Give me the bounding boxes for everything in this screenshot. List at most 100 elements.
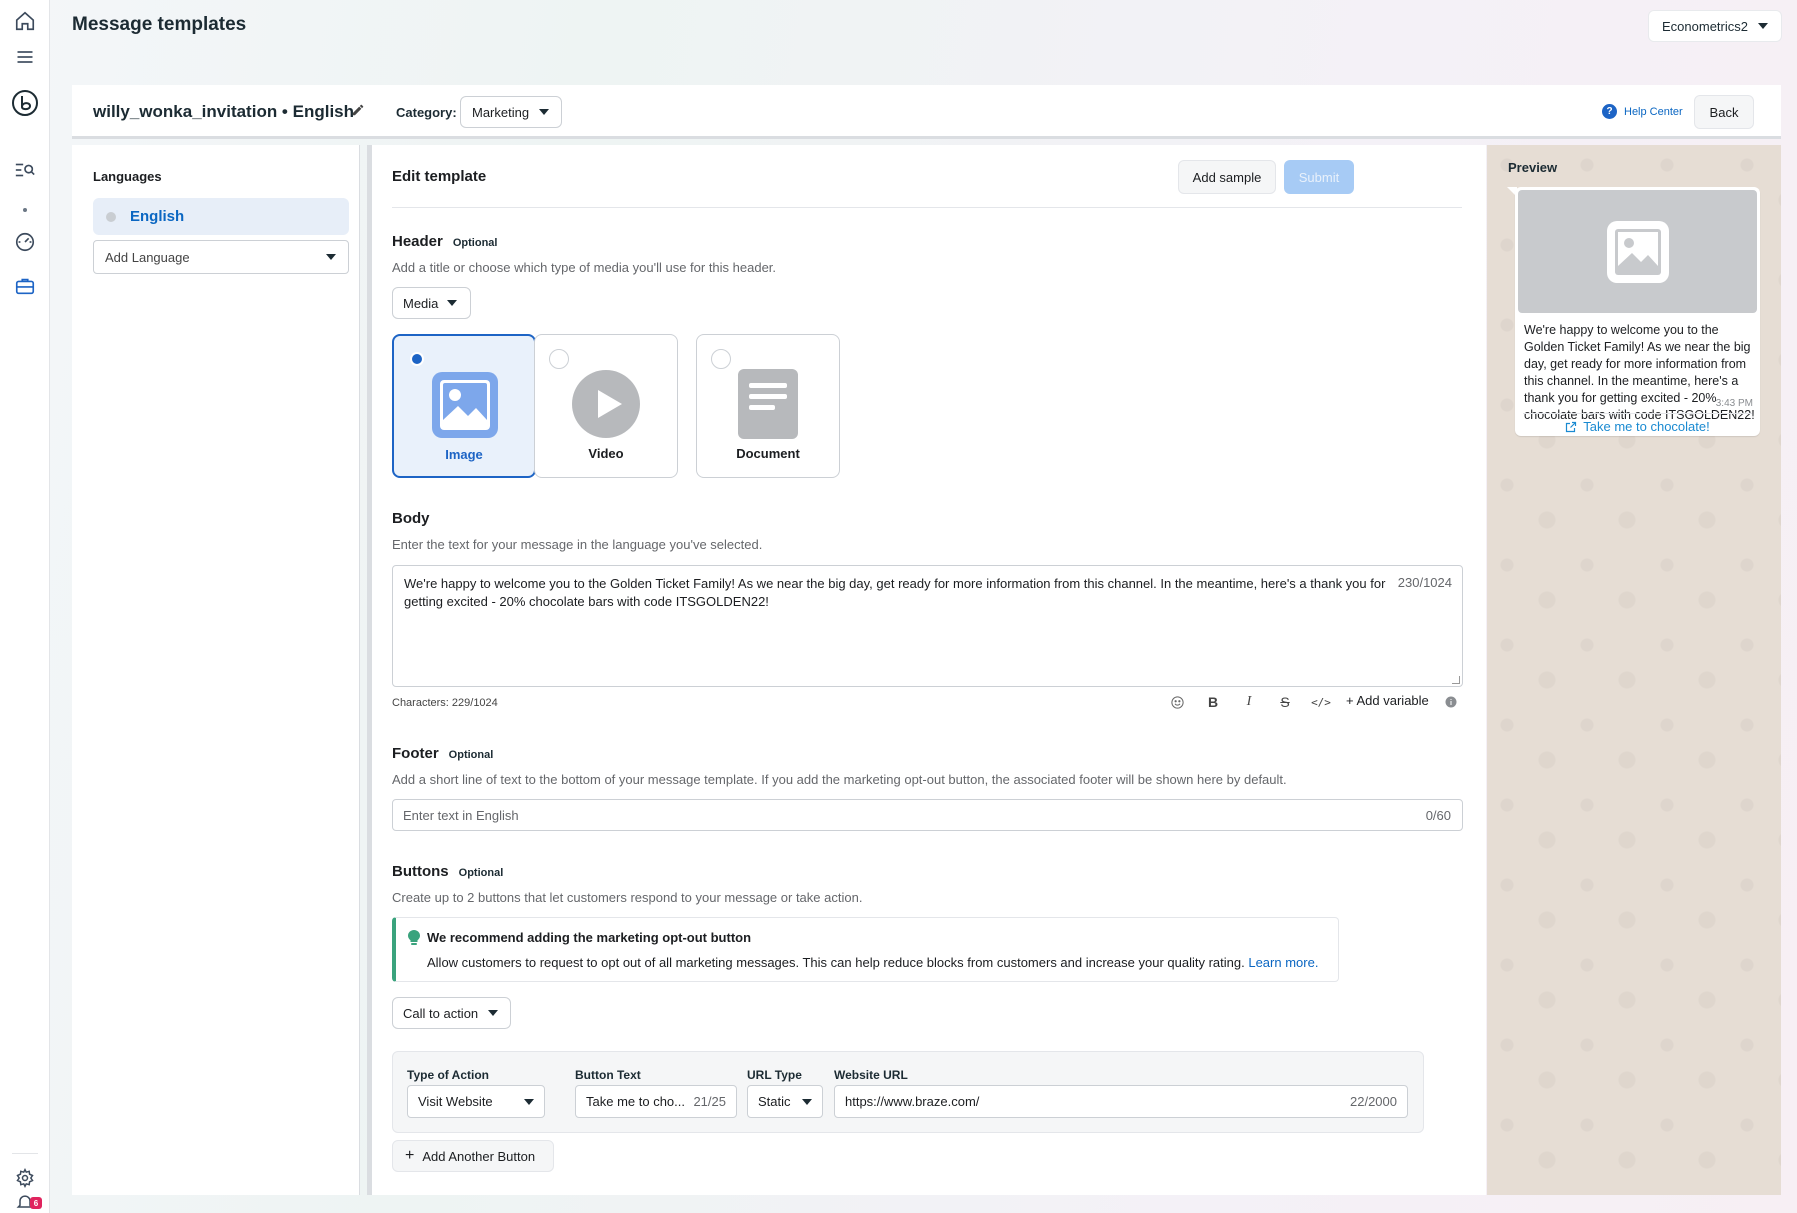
- footer-description: Add a short line of text to the bottom o…: [392, 772, 1287, 787]
- dashboard-icon[interactable]: [11, 228, 39, 256]
- preview-panel: Preview We're happy to welcome you to th…: [1487, 145, 1781, 1195]
- media-option-image[interactable]: Image: [392, 334, 536, 478]
- info-icon[interactable]: [1441, 692, 1461, 712]
- gear-icon[interactable]: [11, 1164, 39, 1192]
- language-label: English: [130, 208, 185, 225]
- italic-icon[interactable]: I: [1239, 692, 1259, 712]
- category-label: Category:: [396, 105, 457, 120]
- divider: [392, 207, 1462, 208]
- search-list-icon[interactable]: [11, 156, 39, 184]
- media-option-label: Document: [736, 446, 800, 461]
- account-switcher[interactable]: Econometrics2: [1648, 10, 1782, 42]
- header-description: Add a title or choose which type of medi…: [392, 260, 777, 275]
- bold-icon[interactable]: B: [1203, 692, 1223, 712]
- template-name: willy_wonka_invitation • English: [93, 102, 355, 121]
- optional-tag: Optional: [458, 867, 504, 879]
- opt-out-recommendation: We recommend adding the marketing opt-ou…: [392, 917, 1339, 982]
- url-type-select[interactable]: Static: [747, 1085, 823, 1118]
- body-section-title: Body: [392, 510, 430, 527]
- preview-timestamp: 3:43 PM: [1715, 398, 1753, 409]
- button-text-input[interactable]: Take me to cho... 21/25: [575, 1085, 737, 1118]
- image-icon: [430, 370, 500, 440]
- url-type-label: URL Type: [747, 1068, 802, 1082]
- category-select[interactable]: Marketing: [460, 96, 562, 128]
- template-header-bar: willy_wonka_invitation • English Categor…: [72, 85, 1781, 139]
- menu-icon[interactable]: [11, 43, 39, 71]
- briefcase-icon[interactable]: [11, 272, 39, 300]
- cta-button-config: Type of Action Visit Website Button Text…: [392, 1051, 1424, 1133]
- type-of-action-select[interactable]: Visit Website: [407, 1085, 545, 1118]
- media-type-select[interactable]: Media: [392, 287, 471, 319]
- plus-icon: +: [1346, 693, 1354, 708]
- body-description: Enter the text for your message in the l…: [392, 537, 763, 552]
- button-text-counter: 21/25: [693, 1094, 726, 1109]
- body-text[interactable]: We're happy to welcome you to the Golden…: [404, 575, 1394, 611]
- languages-title: Languages: [93, 169, 162, 184]
- chevron-down-icon: [1757, 23, 1768, 29]
- add-language-select[interactable]: Add Language: [93, 240, 349, 274]
- braze-logo-icon[interactable]: [11, 89, 39, 117]
- add-sample-button[interactable]: Add sample: [1178, 160, 1276, 194]
- button-text-label: Button Text: [575, 1068, 641, 1082]
- pencil-icon[interactable]: [351, 103, 367, 119]
- button-type-select[interactable]: Call to action: [392, 997, 511, 1029]
- status-dot: [106, 211, 116, 222]
- add-variable-label: Add variable: [1356, 693, 1429, 708]
- help-center-link[interactable]: ? Help Center: [1602, 104, 1683, 119]
- radio-unselected[interactable]: [549, 349, 569, 369]
- footer-placeholder: Enter text in English: [403, 807, 519, 823]
- website-url-value: https://www.braze.com/: [845, 1094, 980, 1109]
- help-center-label: Help Center: [1624, 105, 1683, 118]
- page-title: Message templates: [72, 14, 247, 35]
- footer-counter: 0/60: [1425, 807, 1451, 823]
- radio-selected[interactable]: [410, 352, 424, 366]
- strikethrough-icon[interactable]: S: [1275, 692, 1295, 712]
- footer-title: Footer: [392, 745, 439, 762]
- home-icon[interactable]: [11, 7, 39, 35]
- account-name: Econometrics2: [1662, 18, 1748, 34]
- play-icon: [571, 369, 641, 439]
- preview-cta-button[interactable]: Take me to chocolate!: [1515, 419, 1760, 434]
- url-type-value: Static: [758, 1094, 791, 1109]
- add-variable-button[interactable]: + Add variable: [1346, 693, 1429, 708]
- left-rail: 6: [0, 0, 50, 1213]
- character-count: Characters: 229/1024: [392, 697, 498, 709]
- footer-section-title: Footer Optional: [392, 745, 493, 762]
- back-button[interactable]: Back: [1694, 95, 1754, 129]
- emoji-icon[interactable]: [1167, 692, 1187, 712]
- media-option-video[interactable]: Video: [534, 334, 678, 478]
- message-bubble: We're happy to welcome you to the Golden…: [1515, 187, 1760, 436]
- optional-tag: Optional: [448, 749, 494, 761]
- radio-unselected[interactable]: [711, 349, 731, 369]
- code-icon[interactable]: </>: [1311, 692, 1331, 712]
- category-value: Marketing: [472, 104, 530, 120]
- body-title: Body: [392, 510, 430, 527]
- footer-input[interactable]: Enter text in English 0/60: [392, 799, 1463, 831]
- button-type-value: Call to action: [403, 1005, 479, 1021]
- header-title: Header: [392, 233, 443, 250]
- add-another-button[interactable]: + Add Another Button: [392, 1140, 554, 1172]
- editor-title: Edit template: [392, 168, 487, 185]
- submit-button[interactable]: Submit: [1284, 160, 1354, 194]
- body-textarea[interactable]: We're happy to welcome you to the Golden…: [392, 565, 1463, 687]
- preview-image-placeholder: [1518, 190, 1757, 313]
- media-option-document[interactable]: Document: [696, 334, 840, 478]
- chevron-down-icon: [524, 1098, 534, 1105]
- chevron-down-icon: [539, 109, 550, 115]
- body-counter: 230/1024: [1397, 575, 1452, 590]
- learn-more-link[interactable]: Learn more.: [1248, 955, 1318, 970]
- divider: [1523, 413, 1752, 414]
- header-section-title: Header Optional: [392, 233, 497, 250]
- tip-body: Allow customers to request to opt out of…: [427, 955, 1245, 970]
- type-of-action-value: Visit Website: [418, 1094, 493, 1109]
- chevron-down-icon: [802, 1098, 812, 1105]
- chevron-down-icon: [447, 300, 458, 306]
- template-editor: Edit template Add sample Submit Header O…: [367, 145, 1486, 1195]
- media-option-label: Video: [588, 446, 624, 461]
- tip-text: Allow customers to request to opt out of…: [427, 955, 1318, 970]
- website-url-input[interactable]: https://www.braze.com/ 22/2000: [834, 1085, 1408, 1118]
- plus-icon: +: [405, 1147, 415, 1164]
- language-item-english[interactable]: English: [93, 198, 349, 235]
- resize-handle[interactable]: [1452, 676, 1460, 684]
- separator-dot: [23, 208, 27, 212]
